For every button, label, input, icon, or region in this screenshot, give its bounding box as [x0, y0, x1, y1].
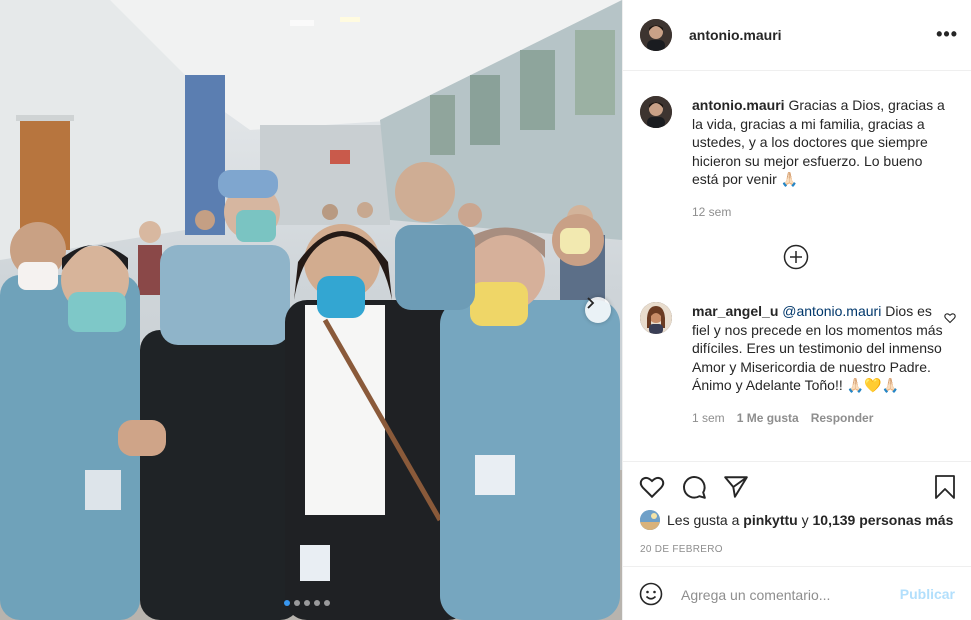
likes-prefix: Les gusta a	[667, 512, 740, 528]
likes-count[interactable]: 10,139 personas más	[813, 512, 954, 528]
post-date[interactable]: 20 DE FEBRERO	[640, 544, 723, 555]
comment-input[interactable]	[681, 584, 891, 606]
comment-composer: Publicar	[623, 566, 971, 620]
likes-summary: Les gusta a pinkyttu y 10,139 personas m…	[640, 510, 953, 530]
photo-illustration: HIPPO	[0, 0, 622, 620]
bookmark-icon[interactable]	[933, 474, 957, 500]
first-liker[interactable]: pinkyttu	[743, 512, 797, 528]
likes-connector: y	[801, 512, 809, 528]
carousel-dot	[294, 600, 300, 606]
load-more-comments-button[interactable]	[783, 244, 809, 270]
paper-plane-icon[interactable]	[723, 474, 749, 500]
carousel-indicator	[284, 600, 330, 606]
reply-button[interactable]: Responder	[811, 409, 874, 428]
chevron-right-icon	[587, 297, 595, 309]
smiley-icon[interactable]	[639, 582, 663, 606]
comment-heart-icon[interactable]	[944, 312, 956, 324]
carousel-dot	[314, 600, 320, 606]
author-avatar[interactable]	[640, 19, 672, 51]
carousel-dot	[284, 600, 290, 606]
carousel-dot	[304, 600, 310, 606]
liker-avatar[interactable]	[640, 510, 660, 530]
caption-avatar[interactable]	[640, 96, 672, 128]
publish-button[interactable]: Publicar	[900, 586, 955, 602]
comment-username[interactable]: mar_angel_u	[692, 303, 778, 319]
plus-circle-icon	[783, 244, 809, 270]
caption-username[interactable]: antonio.mauri	[692, 97, 785, 113]
caption: antonio.mauri Gracias a Dios, gracias a …	[640, 96, 960, 246]
post-side-panel: antonio.mauri ••• antonio.mauri Gracias …	[622, 0, 971, 620]
caption-time[interactable]: 12 sem	[692, 203, 731, 222]
comment-likes[interactable]: 1 Me gusta	[737, 409, 799, 428]
comment-icon[interactable]	[681, 474, 707, 500]
post-photo[interactable]: HIPPO	[0, 0, 622, 620]
commenter-avatar[interactable]	[640, 302, 672, 334]
carousel-dot	[324, 600, 330, 606]
comment-item: mar_angel_u @antonio.mauri Dios es fiel …	[640, 302, 960, 452]
more-options-icon[interactable]: •••	[936, 24, 958, 45]
post-header: antonio.mauri •••	[623, 0, 971, 71]
comment-time[interactable]: 1 sem	[692, 409, 725, 428]
comment-mention[interactable]: @antonio.mauri	[782, 303, 881, 319]
heart-icon[interactable]	[639, 474, 665, 500]
carousel-next-button[interactable]	[585, 297, 611, 323]
comments-section: antonio.mauri Gracias a Dios, gracias a …	[623, 72, 971, 461]
post-actions: Les gusta a pinkyttu y 10,139 personas m…	[623, 461, 971, 565]
author-username[interactable]: antonio.mauri	[689, 27, 782, 43]
